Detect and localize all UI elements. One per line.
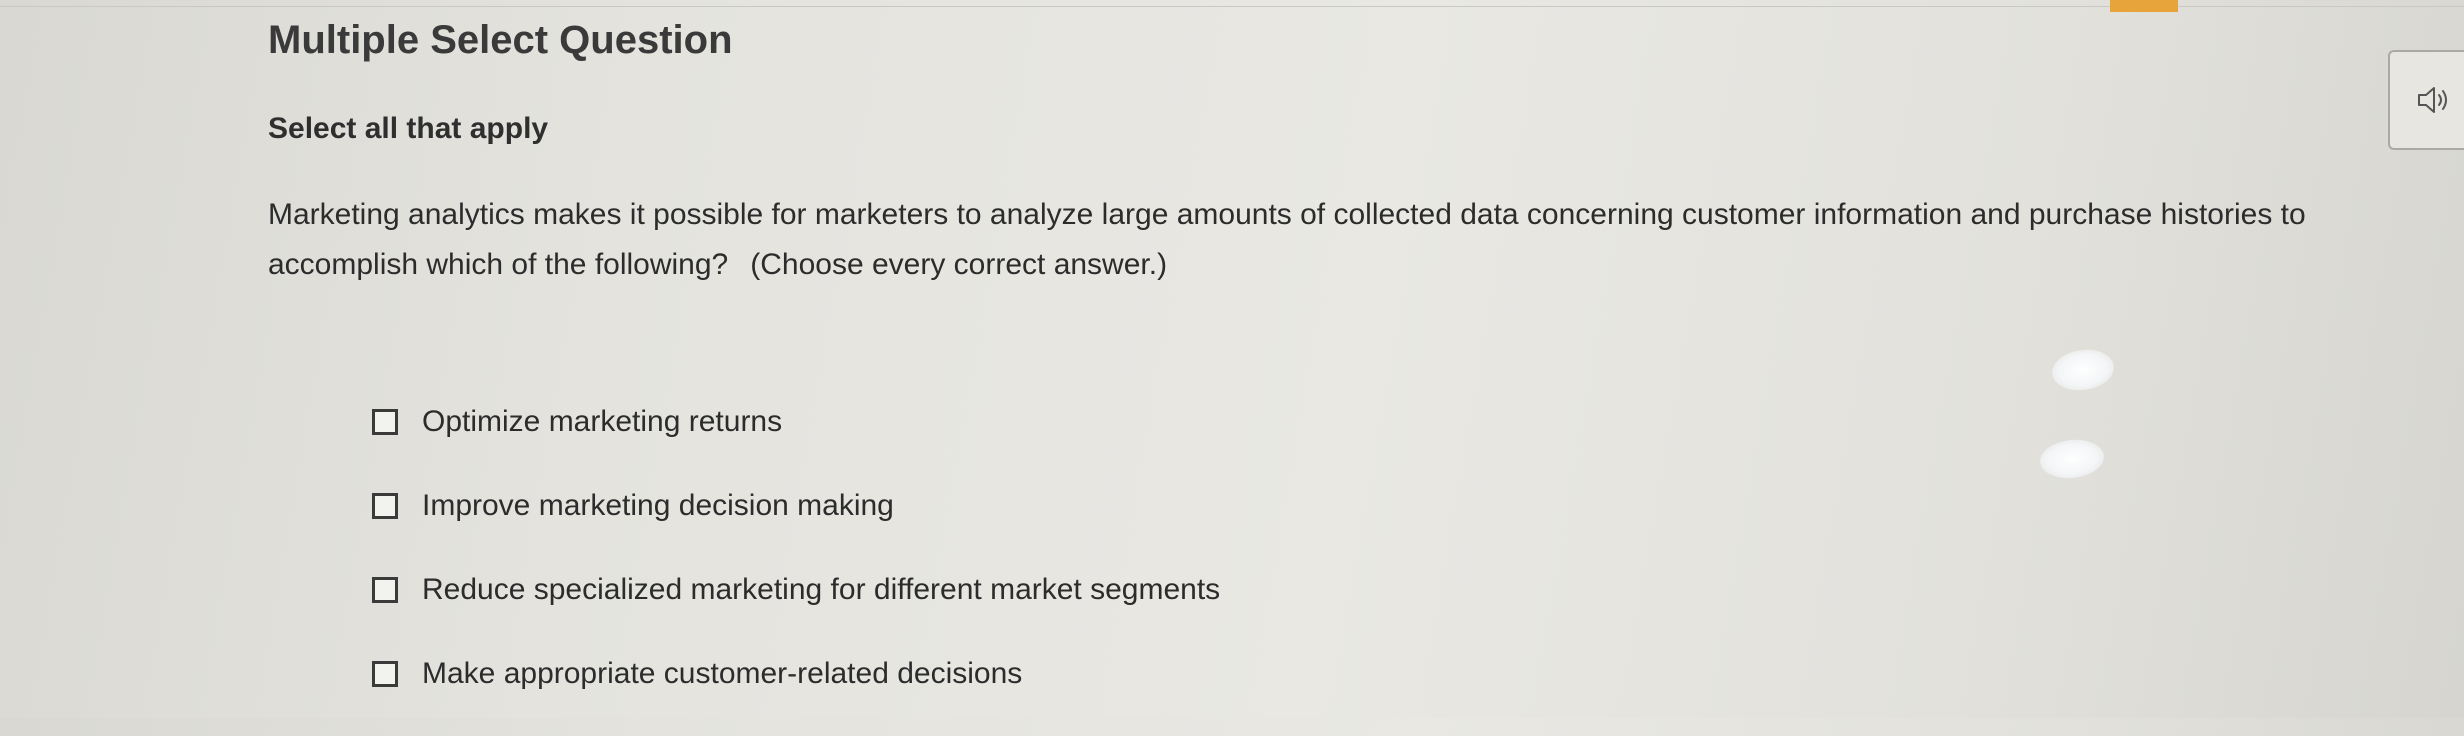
question-instruction: Select all that apply xyxy=(268,112,549,145)
answer-option-label: Make appropriate customer-related decisi… xyxy=(422,657,1023,690)
accent-tab xyxy=(2110,0,2178,12)
question-type-heading: Multiple Select Question xyxy=(268,18,733,62)
checkbox-4[interactable] xyxy=(372,661,398,687)
prompt-text: Marketing analytics makes it possible fo… xyxy=(268,198,2306,281)
answer-option-1[interactable]: Optimize marketing returns xyxy=(372,400,1220,444)
answer-option-3[interactable]: Reduce specialized marketing for differe… xyxy=(372,568,1220,612)
answer-option-label: Reduce specialized marketing for differe… xyxy=(422,573,1221,606)
speaker-icon xyxy=(2418,87,2447,113)
answer-option-label: Improve marketing decision making xyxy=(422,489,894,522)
checkbox-3[interactable] xyxy=(372,577,398,603)
prompt-note: (Choose every correct answer.) xyxy=(750,248,1168,281)
screen-glare xyxy=(2038,436,2106,482)
top-divider xyxy=(0,0,2464,7)
question-page: Multiple Select Question Select all that… xyxy=(0,0,2464,718)
question-prompt: Marketing analytics makes it possible fo… xyxy=(268,190,2408,290)
answer-option-2[interactable]: Improve marketing decision making xyxy=(372,484,1220,528)
screen-glare xyxy=(2049,345,2117,395)
answer-option-label: Optimize marketing returns xyxy=(422,405,783,438)
read-aloud-button[interactable] xyxy=(2388,50,2464,150)
checkbox-1[interactable] xyxy=(372,409,398,435)
answer-options: Optimize marketing returns Improve marke… xyxy=(372,400,1220,736)
checkbox-2[interactable] xyxy=(372,493,398,519)
answer-option-4[interactable]: Make appropriate customer-related decisi… xyxy=(372,652,1220,696)
